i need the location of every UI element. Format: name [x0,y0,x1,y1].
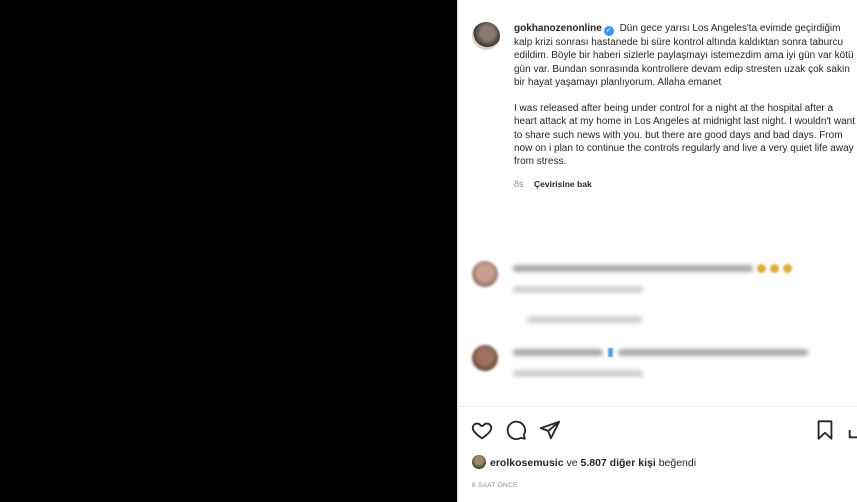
post-timestamp: 8 SAAT ÖNCE [472,482,518,489]
likes-suffix: beğendi [658,457,697,469]
commenter-avatar[interactable] [472,261,498,287]
emoji [783,264,792,273]
verified-icon [608,348,613,357]
verified-icon: ✓ [603,26,614,36]
post-actions [458,408,857,448]
post-side-panel: gokhanozenonline ✓ Dün gece yarısı Los An… [457,0,857,502]
translate-link[interactable]: Çevirisine bak [534,179,592,189]
likes-others[interactable]: 5.807 diğer kişi [580,457,655,469]
view-replies-blurred[interactable] [527,316,642,323]
emoji [770,264,779,273]
likes-summary: erolkosemusic ve 5.807 diğer kişi beğend… [472,455,696,469]
post-caption: gokhanozenonline ✓ Dün gece yarısı Los An… [472,22,857,189]
heart-icon[interactable] [471,419,493,441]
comment-text-blurred [513,349,603,356]
caption-meta: 8s Çevirisine bak [514,179,857,189]
liker-avatar [472,455,486,469]
author-username[interactable]: gokhanozenonline [514,23,602,34]
actions-divider [458,406,857,407]
likes-connector: ve [566,457,578,469]
author-avatar[interactable] [472,22,500,50]
comment-meta-blurred [513,286,643,293]
comment-text-blurred [513,265,753,272]
emoji [757,264,766,273]
liker-username[interactable]: erolkosemusic [490,457,564,469]
caption-age: 8s [514,178,524,189]
comment-meta-blurred [513,370,643,377]
more-icon[interactable] [846,419,857,441]
caption-text: gokhanozenonline ✓ Dün gece yarısı Los An… [514,22,857,169]
bookmark-icon[interactable] [814,419,836,441]
caption-english: I was released after being under control… [514,103,855,168]
share-icon[interactable] [539,419,561,441]
comment-icon[interactable] [505,419,527,441]
post-media[interactable] [0,0,457,502]
commenter-avatar[interactable] [472,345,498,371]
comment-text-blurred [618,349,808,356]
